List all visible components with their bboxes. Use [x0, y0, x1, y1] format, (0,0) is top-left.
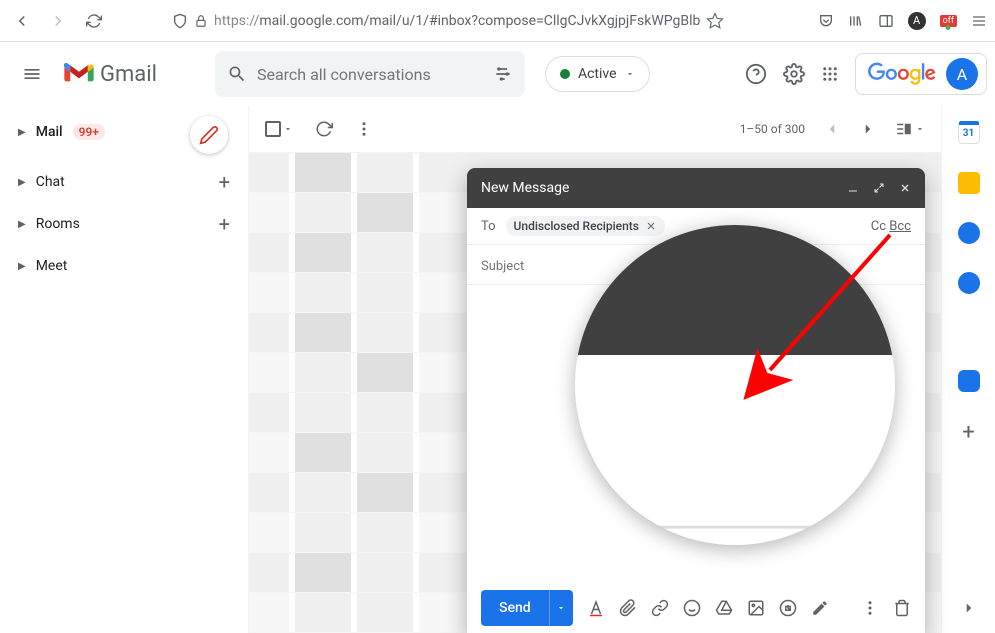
gmail-logo[interactable]: Gmail [64, 62, 157, 87]
sidebar-icon[interactable] [878, 13, 894, 29]
chevron-right-icon: ▶ [18, 219, 26, 230]
shield-icon [172, 13, 188, 29]
status-text: Active [578, 66, 617, 82]
chevron-down-icon [283, 124, 293, 134]
more-options-icon[interactable] [861, 599, 879, 617]
add-addon-button[interactable]: + [962, 420, 974, 445]
chevron-right-icon: ▶ [18, 177, 26, 188]
magnifier-overlay: Cc Bcc [575, 225, 895, 545]
add-button[interactable]: + [219, 170, 230, 194]
side-panel: 31 + [941, 106, 995, 633]
browser-right-icons: A off [818, 12, 987, 30]
reload-button[interactable] [80, 7, 108, 35]
library-icon[interactable] [848, 13, 864, 29]
avatar[interactable]: A [946, 58, 978, 90]
more-icon[interactable] [355, 120, 373, 138]
calendar-icon[interactable]: 31 [958, 122, 980, 144]
select-all[interactable] [265, 121, 293, 137]
chevron-down-icon [625, 69, 635, 79]
to-label: To [481, 219, 496, 234]
pagination-text: 1–50 of 300 [740, 122, 805, 136]
url-bar[interactable]: https://mail.google.com/mail/u/1/#inbox?… [164, 6, 772, 36]
app-name: Gmail [100, 62, 157, 87]
minimize-icon[interactable] [847, 182, 859, 194]
link-icon[interactable] [651, 599, 669, 617]
pocket-icon[interactable] [818, 13, 834, 29]
compose-footer: Send [467, 583, 925, 633]
confidential-icon[interactable] [779, 599, 797, 617]
sidebar-item-chat[interactable]: ▶ Chat + [0, 164, 248, 200]
addon-icon[interactable] [958, 370, 980, 392]
apps-icon[interactable] [821, 65, 839, 83]
browser-toolbar: https://mail.google.com/mail/u/1/#inbox?… [0, 0, 995, 42]
drive-icon[interactable] [715, 599, 733, 617]
main-menu-button[interactable] [8, 64, 56, 84]
format-icon[interactable] [587, 599, 605, 617]
emoji-icon[interactable] [683, 599, 701, 617]
prev-page-icon[interactable] [823, 120, 841, 138]
inbox-toolbar: 1–50 of 300 [249, 106, 941, 153]
extension-badge[interactable]: off [940, 15, 957, 27]
sidebar-item-mail[interactable]: ▶ Mail 99+ [0, 114, 248, 150]
expand-icon[interactable] [873, 182, 885, 194]
star-icon[interactable] [706, 12, 724, 30]
chevron-right-icon: ▶ [18, 261, 26, 272]
chevron-right-icon: ▶ [18, 127, 26, 138]
sidebar-item-label: Rooms [36, 216, 80, 232]
sidebar-item-label: Chat [36, 174, 65, 190]
attach-icon[interactable] [619, 599, 637, 617]
tasks-icon[interactable] [958, 222, 980, 244]
sidebar-item-label: Mail [36, 124, 63, 140]
help-icon[interactable] [745, 63, 767, 85]
compose-title: New Message [481, 180, 569, 196]
send-options-button[interactable] [549, 590, 573, 626]
gmail-header: Gmail Active A [0, 42, 995, 106]
search-bar[interactable] [215, 51, 525, 97]
status-pill[interactable]: Active [545, 56, 650, 92]
add-button[interactable]: + [219, 212, 230, 236]
unread-badge: 99+ [73, 124, 105, 140]
search-input[interactable] [257, 65, 483, 84]
search-icon [227, 64, 247, 84]
sidebar: ▶ Mail 99+ ▶ Chat + ▶ Rooms + ▶ Meet [0, 106, 248, 633]
delete-draft-icon[interactable] [893, 599, 911, 617]
compose-header[interactable]: New Message [467, 168, 925, 208]
url-path: mail.google.com/mail/u/1/#inbox?compose=… [259, 13, 700, 29]
sidebar-item-rooms[interactable]: ▶ Rooms + [0, 206, 248, 242]
lock-icon [194, 14, 208, 28]
sidebar-item-meet[interactable]: ▶ Meet [0, 248, 248, 284]
refresh-icon[interactable] [315, 120, 333, 138]
url-prefix: https:// [214, 13, 259, 29]
menu-icon[interactable] [971, 13, 987, 29]
collapse-panel-icon[interactable] [960, 599, 978, 617]
contacts-icon[interactable] [958, 272, 980, 294]
image-icon[interactable] [747, 599, 765, 617]
send-button[interactable]: Send [481, 590, 549, 626]
compose-button[interactable] [190, 116, 228, 154]
keep-icon[interactable] [958, 172, 980, 194]
sidebar-item-label: Meet [36, 258, 68, 274]
next-page-icon[interactable] [859, 120, 877, 138]
status-dot [560, 69, 570, 79]
forward-button[interactable] [44, 7, 72, 35]
close-icon[interactable] [899, 182, 911, 194]
back-button[interactable] [8, 7, 36, 35]
profile-icon[interactable]: A [908, 12, 926, 30]
account-box[interactable]: A [855, 53, 987, 95]
density-toggle[interactable] [895, 120, 925, 138]
pen-icon[interactable] [811, 599, 829, 617]
settings-icon[interactable] [783, 63, 805, 85]
search-options-icon[interactable] [493, 64, 513, 84]
